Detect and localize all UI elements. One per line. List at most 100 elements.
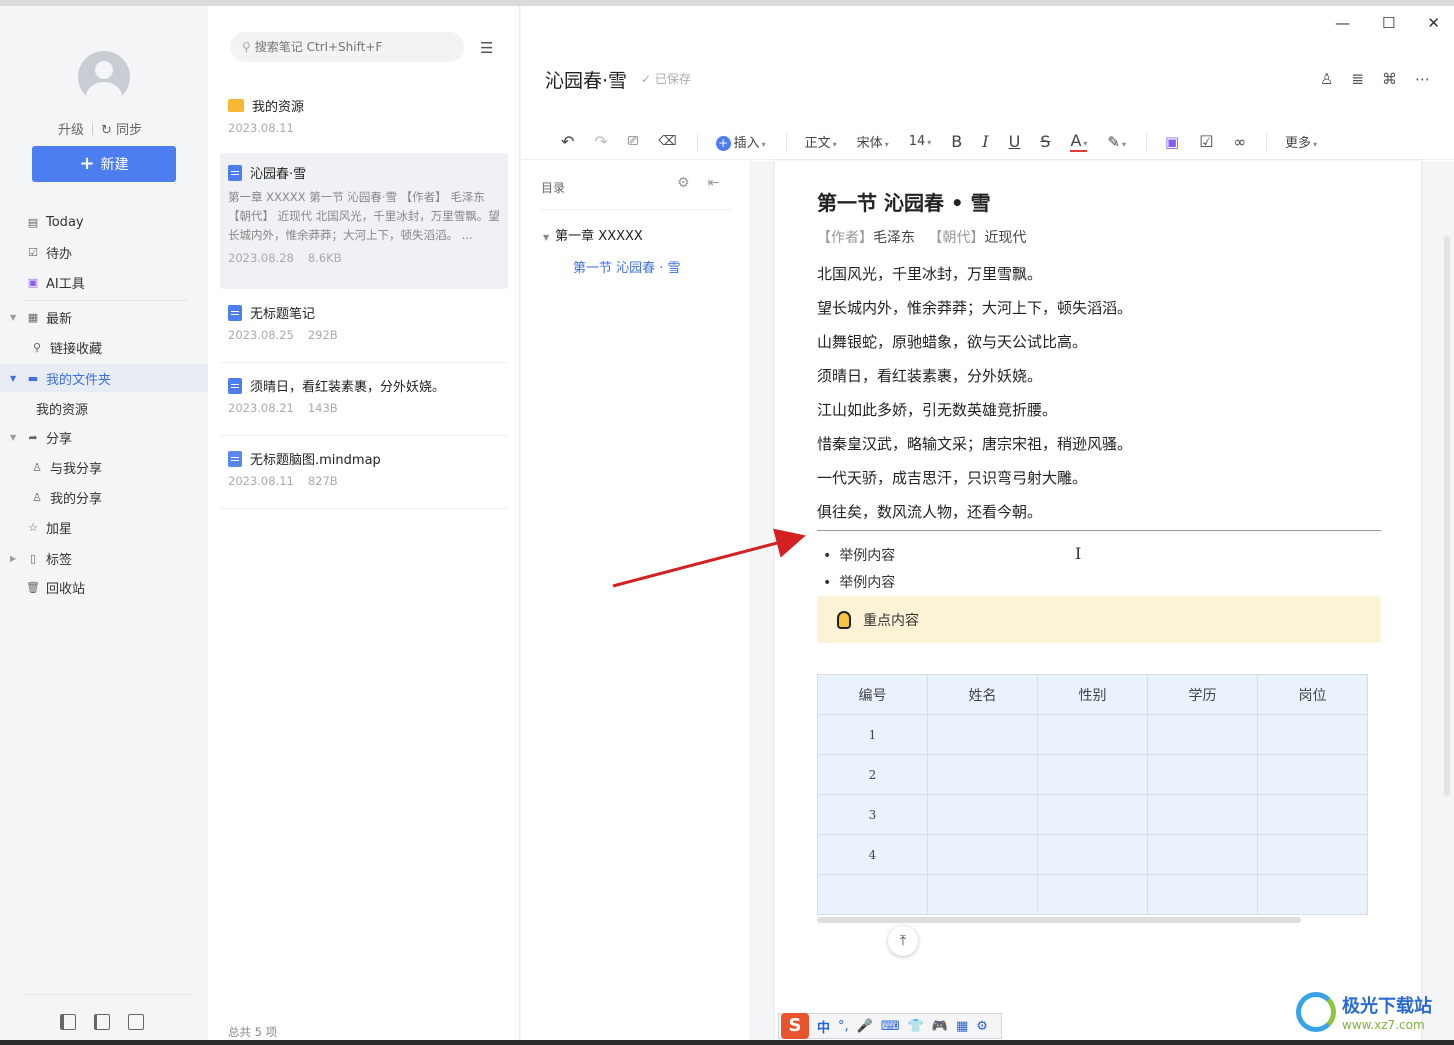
toc-item-section[interactable]: 第一节 沁园春 · 雪	[573, 257, 681, 276]
sidebar-item-my-folder[interactable]: ▼ ▬ 我的文件夹	[0, 364, 208, 392]
strikethrough-button[interactable]: S	[1040, 132, 1050, 151]
table-cell[interactable]	[1257, 874, 1368, 915]
chevron-down-icon[interactable]: ▼	[543, 233, 549, 242]
table-cell[interactable]	[1147, 714, 1258, 755]
table-cell[interactable]	[927, 714, 1038, 755]
note-item[interactable]: 无标题脑图.mindmap 2023.08.11 827B	[220, 439, 508, 509]
table-cell[interactable]: 4	[817, 834, 928, 875]
skin-icon[interactable]: 👕	[908, 1019, 924, 1034]
toc-item-chapter[interactable]: ▼ 第一章 XXXXX	[543, 225, 643, 244]
eraser-icon[interactable]: ⌫	[658, 134, 676, 149]
sidebar-item-starred[interactable]: ☆ 加星	[0, 513, 208, 541]
note-item[interactable]: 无标题笔记 2023.08.25 292B	[220, 293, 508, 363]
chevron-right-icon[interactable]: ▶	[10, 554, 16, 563]
sidebar-item-today[interactable]: ▤ Today	[0, 208, 208, 236]
undo-icon[interactable]: ↶	[561, 132, 574, 151]
sidebar-item-ai-tools[interactable]: ▣ AI工具	[0, 268, 208, 296]
table-cell[interactable]	[1037, 714, 1148, 755]
ime-language-toggle[interactable]: 中	[817, 1017, 830, 1036]
sidebar-item-my-resources[interactable]: 我的资源	[0, 394, 208, 422]
chevron-down-icon[interactable]: ▼	[10, 374, 16, 383]
settings-icon[interactable]: ⚙	[976, 1019, 988, 1034]
table-cell[interactable]	[1257, 834, 1368, 875]
table-cell[interactable]	[1037, 794, 1148, 835]
table-header[interactable]: 学历	[1147, 674, 1258, 715]
note-item-selected[interactable]: 沁园春·雪 第一章 XXXXX 第一节 沁园春·雪 【作者】 毛泽东 【朝代】 …	[220, 153, 508, 289]
back-to-top-button[interactable]: ⤒	[888, 926, 918, 956]
microphone-icon[interactable]: 🎤	[857, 1019, 873, 1034]
chevron-down-icon[interactable]: ▼	[10, 433, 16, 442]
ai-icon[interactable]: ▣	[1165, 133, 1179, 151]
table-cell[interactable]	[1257, 794, 1368, 835]
highlight-icon[interactable]: ✎	[1107, 133, 1126, 151]
settings-icon[interactable]: ⚙	[677, 175, 690, 191]
link-icon[interactable]: ∞	[1234, 133, 1247, 151]
bold-button[interactable]: B	[951, 132, 962, 151]
note-item[interactable]: 须晴日，看红装素裹，分外妖娆。 2023.08.21 143B	[220, 366, 508, 436]
more-icon[interactable]: ⋯	[1415, 70, 1430, 88]
table-header[interactable]: 编号	[817, 674, 928, 715]
sidebar-item-link-collection[interactable]: ⚲ 链接收藏	[0, 333, 208, 361]
table-cell[interactable]	[1257, 754, 1368, 795]
note-item[interactable]: 我的资源 2023.08.11	[220, 86, 508, 154]
keyboard-icon[interactable]: ⌨	[881, 1019, 900, 1034]
two-column-layout-icon[interactable]	[94, 1014, 110, 1030]
sidebar-item-trash[interactable]: 🗑 回收站	[0, 573, 208, 601]
insert-button[interactable]: + 插入	[715, 132, 766, 151]
table-cell[interactable]	[1147, 754, 1258, 795]
redo-icon[interactable]: ↷	[594, 132, 607, 151]
find-replace-icon[interactable]: ≣	[1351, 70, 1364, 88]
table-header[interactable]: 性别	[1037, 674, 1148, 715]
search-input[interactable]	[254, 40, 455, 54]
apps-grid-icon[interactable]: ▦	[956, 1019, 968, 1034]
table-cell[interactable]	[927, 874, 1038, 915]
table-cell[interactable]	[1037, 874, 1148, 915]
table-cell[interactable]	[817, 874, 928, 915]
sidebar-item-share[interactable]: ▼ ➦ 分享	[0, 423, 208, 451]
three-column-layout-icon[interactable]	[60, 1014, 76, 1030]
maximize-icon[interactable]: ☐	[1382, 14, 1395, 32]
minimize-icon[interactable]: —	[1335, 14, 1350, 32]
sync-button[interactable]: ↻ 同步	[101, 119, 142, 138]
sidebar-item-todo[interactable]: ☑ 待办	[0, 238, 208, 266]
table-cell[interactable]: 1	[817, 714, 928, 755]
italic-button[interactable]: I	[982, 132, 988, 151]
table-cell[interactable]	[1147, 794, 1258, 835]
punctuation-icon[interactable]: °,	[838, 1019, 849, 1034]
new-button[interactable]: + 新建	[32, 146, 176, 182]
single-column-layout-icon[interactable]	[128, 1014, 144, 1030]
table-cell[interactable]	[1257, 714, 1368, 755]
format-painter-icon[interactable]: ⎚	[628, 134, 638, 149]
document-page[interactable]: 第一节 沁园春 • 雪 【作者】毛泽东 【朝代】近现代 北国风光，千里冰封，万里…	[775, 161, 1421, 1040]
task-checkbox-icon[interactable]: ☑	[1199, 132, 1213, 151]
font-family-select[interactable]: 宋体	[857, 132, 889, 151]
ime-logo[interactable]: S	[781, 1013, 809, 1039]
search-box[interactable]: ⚲	[230, 32, 464, 62]
sidebar-item-tags[interactable]: ▶ ▯ 标签	[0, 544, 208, 572]
table-cell[interactable]	[927, 834, 1038, 875]
table-cell[interactable]	[927, 754, 1038, 795]
table-cell[interactable]	[1037, 834, 1148, 875]
avatar[interactable]	[78, 51, 130, 103]
share-user-icon[interactable]: ♙	[1320, 70, 1333, 88]
table-cell[interactable]	[1037, 754, 1148, 795]
close-icon[interactable]: ✕	[1427, 14, 1440, 32]
sort-icon[interactable]: ☰	[480, 39, 493, 57]
paragraph-style-select[interactable]: 正文	[805, 132, 837, 151]
table-cell[interactable]	[1147, 834, 1258, 875]
font-size-select[interactable]: 14	[909, 134, 932, 149]
sidebar-item-recent[interactable]: ▼ ▦ 最新	[0, 303, 208, 331]
table-cell[interactable]: 3	[817, 794, 928, 835]
table-horizontal-scrollbar[interactable]	[817, 917, 1301, 923]
game-icon[interactable]: 🎮	[932, 1019, 948, 1034]
vertical-scrollbar[interactable]	[1444, 236, 1450, 796]
mindmap-view-icon[interactable]: ⌘	[1382, 70, 1397, 88]
table-cell[interactable]	[927, 794, 1038, 835]
document-title[interactable]: 沁园春·雪	[545, 66, 627, 93]
sidebar-item-my-shares[interactable]: ♙ 我的分享	[0, 483, 208, 511]
upgrade-link[interactable]: 升级	[58, 119, 84, 138]
table-header[interactable]: 姓名	[927, 674, 1038, 715]
collapse-panel-icon[interactable]: ⇤	[708, 175, 720, 191]
font-color-button[interactable]: A	[1070, 131, 1088, 152]
underline-button[interactable]: U	[1009, 132, 1021, 151]
